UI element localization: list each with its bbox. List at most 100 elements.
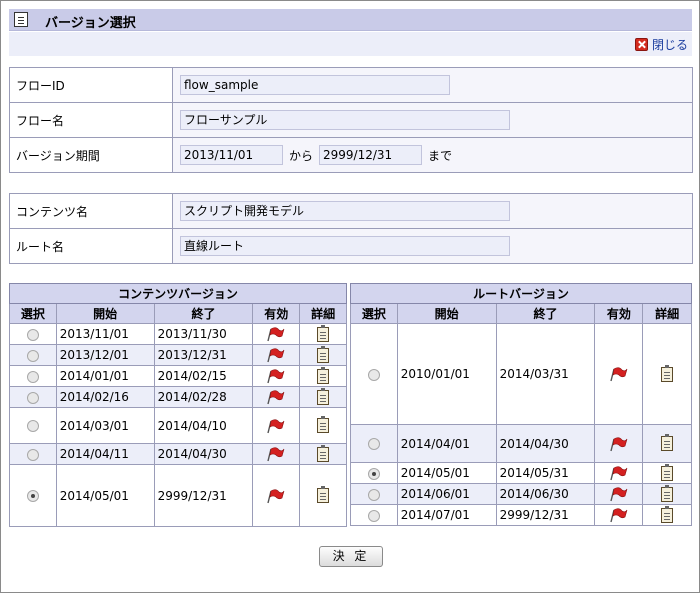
table-row: 2013/12/01 2013/12/31 bbox=[9, 344, 347, 366]
select-radio[interactable] bbox=[26, 328, 39, 341]
select-radio[interactable] bbox=[367, 509, 380, 522]
detail-cell bbox=[642, 504, 692, 526]
period-end-field: 2999/12/31 bbox=[319, 145, 423, 165]
valid-cell bbox=[594, 483, 644, 505]
valid-cell bbox=[252, 323, 301, 345]
start-cell: 2013/12/01 bbox=[55, 344, 155, 366]
red-flag-icon bbox=[267, 348, 285, 363]
detail-cell bbox=[642, 424, 692, 463]
select-radio[interactable] bbox=[367, 438, 380, 450]
clipboard-icon[interactable] bbox=[661, 364, 674, 382]
red-flag-icon bbox=[267, 418, 285, 433]
clipboard-icon bbox=[14, 12, 28, 27]
content-info-table: コンテンツ名 スクリプト開発モデル ルート名 直線ルート bbox=[9, 193, 693, 264]
select-cell bbox=[9, 407, 57, 444]
red-flag-icon bbox=[267, 390, 285, 405]
table-row: 2014/04/11 2014/04/30 bbox=[9, 443, 347, 465]
select-radio[interactable] bbox=[26, 448, 39, 461]
detail-cell bbox=[642, 462, 692, 484]
red-flag-icon bbox=[267, 369, 285, 384]
version-period-label: バージョン期間 bbox=[9, 137, 173, 173]
col-detail: 詳細 bbox=[299, 303, 347, 324]
window-title: バージョン選択 bbox=[45, 16, 136, 31]
clipboard-icon[interactable] bbox=[317, 324, 330, 342]
select-radio[interactable] bbox=[26, 391, 39, 404]
valid-cell bbox=[252, 386, 301, 408]
col-start: 開始 bbox=[396, 303, 497, 324]
title-bar: バージョン選択 bbox=[9, 9, 692, 31]
red-flag-icon bbox=[610, 367, 628, 382]
table-row: 2014/05/01 2999/12/31 bbox=[9, 464, 347, 527]
table-row: 2014/05/01 2014/05/31 bbox=[350, 462, 692, 484]
select-radio[interactable] bbox=[26, 349, 39, 362]
valid-cell bbox=[594, 323, 644, 425]
start-cell: 2014/03/01 bbox=[55, 407, 155, 444]
content-version-table: コンテンツバージョン 選択 開始 終了 有効 詳細 2013/11/01 2013… bbox=[9, 283, 347, 527]
close-button[interactable]: 閉じる bbox=[634, 36, 688, 53]
end-cell: 2014/04/30 bbox=[495, 424, 596, 463]
decide-button[interactable]: 決 定 bbox=[319, 546, 383, 567]
detail-cell bbox=[299, 323, 347, 345]
select-cell bbox=[9, 323, 57, 345]
start-cell: 2014/04/01 bbox=[396, 424, 497, 463]
route-version-rows: 2010/01/01 2014/03/31 2014/04/01 2014/04/30… bbox=[350, 323, 692, 526]
col-select: 選択 bbox=[350, 303, 398, 324]
period-from-text: から bbox=[289, 148, 314, 163]
end-cell: 2014/02/15 bbox=[153, 365, 254, 387]
flow-id-field: flow_sample bbox=[180, 75, 450, 95]
clipboard-icon[interactable] bbox=[317, 444, 330, 462]
clipboard-icon[interactable] bbox=[317, 486, 330, 503]
clipboard-icon[interactable] bbox=[661, 505, 674, 523]
clipboard-icon[interactable] bbox=[661, 484, 674, 502]
start-cell: 2013/11/01 bbox=[55, 323, 155, 345]
table-row: 2014/06/01 2014/06/30 bbox=[350, 483, 692, 505]
end-cell: 2999/12/31 bbox=[153, 464, 254, 527]
end-cell: 2013/11/30 bbox=[153, 323, 254, 345]
table-row: 2014/02/16 2014/02/28 bbox=[9, 386, 347, 408]
col-start: 開始 bbox=[55, 303, 155, 324]
clipboard-icon[interactable] bbox=[661, 434, 674, 451]
valid-cell bbox=[252, 443, 301, 465]
period-to-text: まで bbox=[428, 148, 453, 163]
select-radio[interactable] bbox=[26, 420, 39, 432]
clipboard-icon[interactable] bbox=[317, 366, 330, 384]
start-cell: 2014/05/01 bbox=[396, 462, 497, 484]
start-cell: 2014/05/01 bbox=[55, 464, 155, 527]
select-radio[interactable] bbox=[26, 490, 39, 502]
clipboard-icon[interactable] bbox=[317, 345, 330, 363]
select-radio[interactable] bbox=[26, 370, 39, 383]
clipboard-icon[interactable] bbox=[317, 416, 330, 433]
select-cell bbox=[9, 386, 57, 408]
content-version-rows: 2013/11/01 2013/11/30 2013/12/01 2013/12/31… bbox=[9, 323, 347, 527]
clipboard-icon[interactable] bbox=[661, 463, 674, 481]
select-cell bbox=[9, 464, 57, 527]
select-cell bbox=[350, 483, 398, 505]
period-start-field: 2013/11/01 bbox=[180, 145, 283, 165]
select-cell bbox=[350, 462, 398, 484]
select-radio[interactable] bbox=[367, 488, 380, 501]
content-version-caption: コンテンツバージョン bbox=[9, 283, 347, 304]
clipboard-icon[interactable] bbox=[317, 387, 330, 405]
select-radio[interactable] bbox=[367, 368, 380, 381]
select-radio[interactable] bbox=[367, 467, 380, 480]
flow-id-label: フローID bbox=[9, 67, 173, 103]
route-name-field: 直線ルート bbox=[180, 236, 510, 256]
flow-info-table: フローID flow_sample フロー名 フローサンプル バージョン期間 2… bbox=[9, 67, 693, 173]
route-name-label: ルート名 bbox=[9, 228, 173, 264]
detail-cell bbox=[299, 407, 347, 444]
end-cell: 2014/03/31 bbox=[495, 323, 596, 425]
valid-cell bbox=[594, 424, 644, 463]
select-cell bbox=[350, 323, 398, 425]
content-name-field: スクリプト開発モデル bbox=[180, 201, 510, 221]
table-row: 2010/01/01 2014/03/31 bbox=[350, 323, 692, 425]
col-valid: 有効 bbox=[252, 303, 301, 324]
detail-cell bbox=[299, 464, 347, 527]
valid-cell bbox=[252, 365, 301, 387]
start-cell: 2014/04/11 bbox=[55, 443, 155, 465]
start-cell: 2014/02/16 bbox=[55, 386, 155, 408]
red-flag-icon bbox=[610, 487, 628, 502]
red-flag-icon bbox=[267, 488, 285, 503]
detail-cell bbox=[299, 443, 347, 465]
start-cell: 2010/01/01 bbox=[396, 323, 497, 425]
flow-name-field: フローサンプル bbox=[180, 110, 510, 130]
